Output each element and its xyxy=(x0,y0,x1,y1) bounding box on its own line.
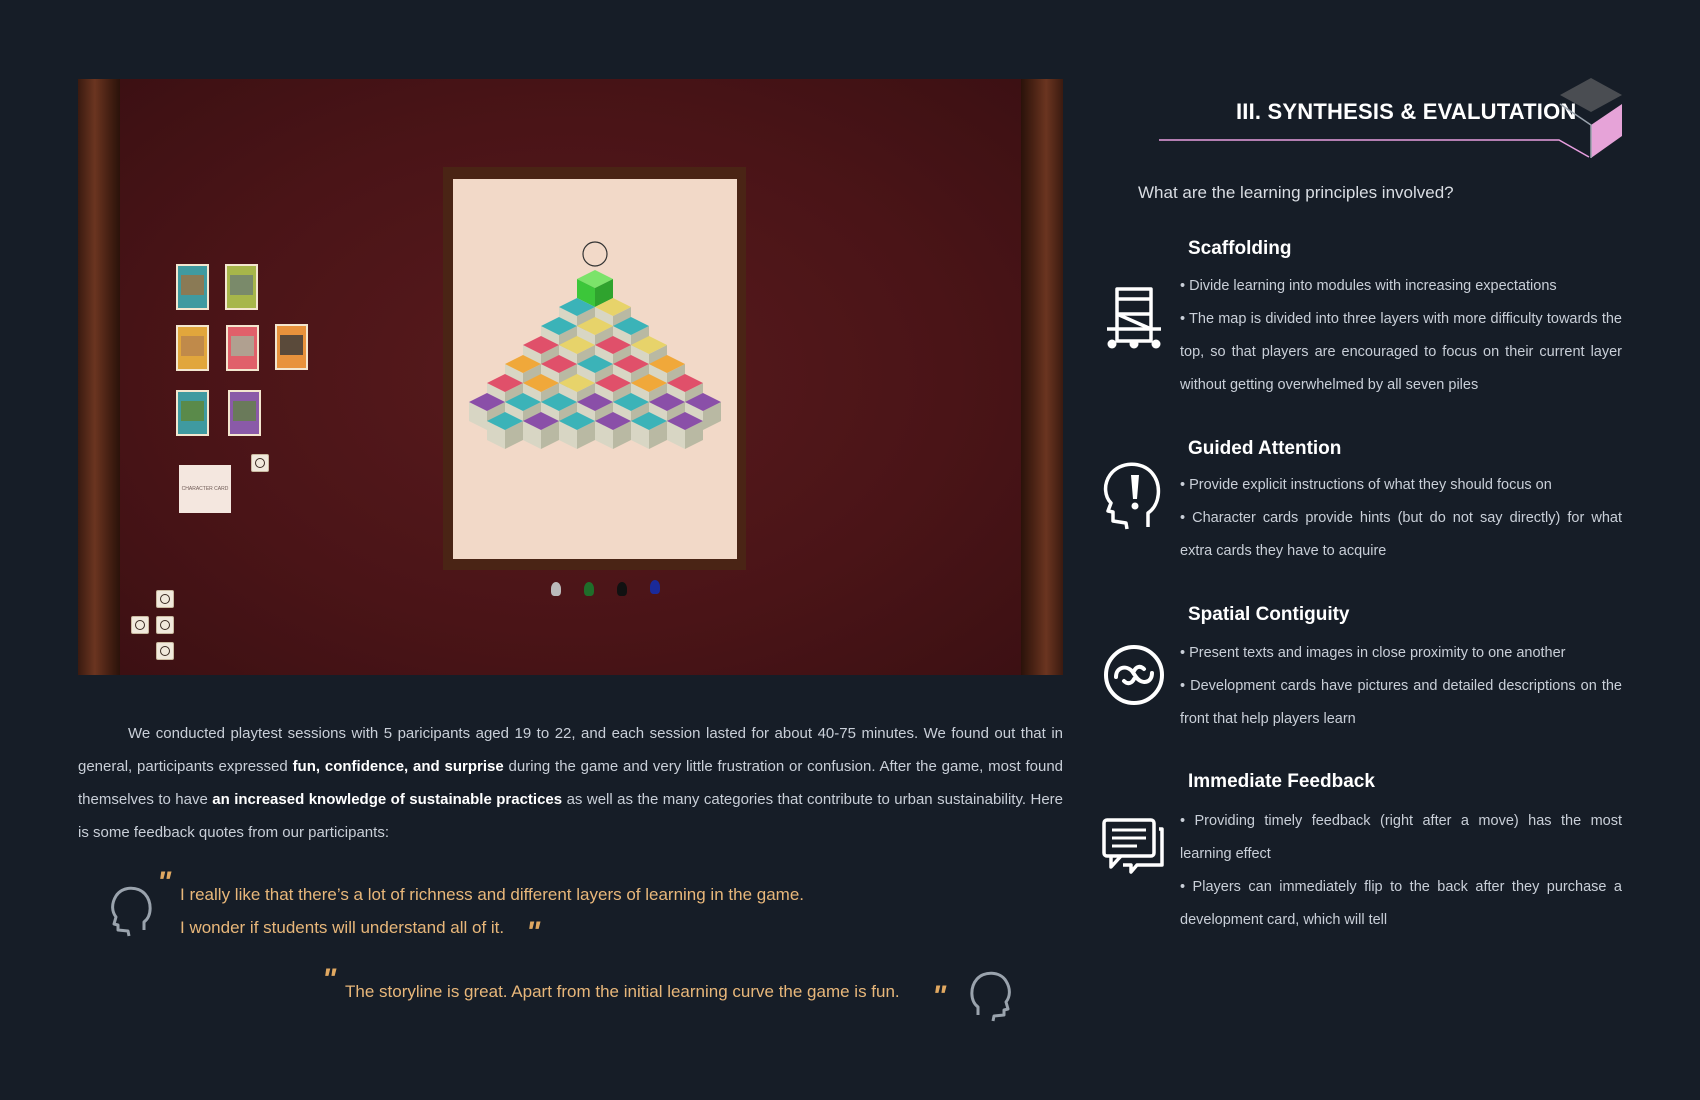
resource-token xyxy=(156,616,174,634)
learning-principles-question: What are the learning principles involve… xyxy=(1138,183,1454,202)
principle-bullet: • Divide learning into modules with incr… xyxy=(1180,278,1557,294)
principle-bullet: • Providing timely feedback (right after… xyxy=(1180,813,1622,862)
section-title: III. SYNTHESIS & EVALUTATION xyxy=(1236,99,1577,124)
resource-token xyxy=(251,454,269,472)
quote-1-line-1: I really like that there’s a lot of rich… xyxy=(180,885,804,904)
principle-bullet: • The map is divided into three layers w… xyxy=(1180,311,1622,393)
pawn-green xyxy=(584,582,594,596)
quote-close-mark: " xyxy=(526,916,541,949)
principle-body-guided-attention: • Provide explicit instructions of what … xyxy=(1180,469,1622,568)
pawn-white xyxy=(551,582,561,596)
head-exclamation-icon xyxy=(1103,462,1161,530)
head-silhouette-icon xyxy=(970,971,1011,1022)
quote-1-line-2: I wonder if students will understand all… xyxy=(180,918,505,937)
principle-bullet: • Development cards have pictures and de… xyxy=(1180,678,1622,727)
resource-token xyxy=(156,590,174,608)
scaffold-icon xyxy=(1107,287,1161,349)
development-card xyxy=(176,390,209,436)
principle-body-scaffolding: • Divide learning into modules with incr… xyxy=(1180,270,1622,402)
quote-open-mark: " xyxy=(322,963,337,996)
summary-highlight-1: fun, confidence, and surprise xyxy=(292,758,504,775)
pawn-blue xyxy=(650,580,660,594)
principle-bullet: • Character cards provide hints (but do … xyxy=(1180,510,1622,559)
resource-token xyxy=(156,642,174,660)
character-card: CHARACTER CARD xyxy=(179,465,231,513)
pyramid-map xyxy=(443,167,746,570)
principle-body-immediate-feedback: • Providing timely feedback (right after… xyxy=(1180,805,1622,937)
quote-2-line-1: The storyline is great. Apart from the i… xyxy=(345,982,900,1001)
development-card xyxy=(228,390,261,436)
principle-bullet: • Players can immediately flip to the ba… xyxy=(1180,879,1622,928)
cube-logo-icon xyxy=(1559,78,1622,158)
development-card xyxy=(176,325,209,371)
development-card xyxy=(275,324,308,370)
principle-body-spatial-contiguity: • Present texts and images in close prox… xyxy=(1180,637,1622,736)
principle-title-scaffolding: Scaffolding xyxy=(1188,238,1292,259)
quote-close-mark: " xyxy=(932,980,947,1013)
board-frame-right xyxy=(1021,79,1063,675)
principle-title-spatial-contiguity: Spatial Contiguity xyxy=(1188,604,1350,625)
resource-token xyxy=(131,616,149,634)
board-frame-left xyxy=(78,79,120,675)
chat-bubble-icon xyxy=(1102,818,1164,874)
pawn-black xyxy=(617,582,627,596)
head-silhouette-icon xyxy=(111,886,152,937)
development-card xyxy=(176,264,209,310)
principle-title-immediate-feedback: Immediate Feedback xyxy=(1188,771,1375,792)
map-paper xyxy=(453,179,737,559)
principle-bullet: • Provide explicit instructions of what … xyxy=(1180,477,1552,493)
principle-bullet: • Present texts and images in close prox… xyxy=(1180,645,1566,661)
quote-open-mark: " xyxy=(157,866,172,899)
pyramid-illustration xyxy=(469,241,721,449)
playtest-summary: We conducted playtest sessions with 5 pa… xyxy=(78,717,1063,849)
development-card xyxy=(225,264,258,310)
principle-title-guided-attention: Guided Attention xyxy=(1188,438,1342,459)
summary-highlight-2: an increased knowledge of sustainable pr… xyxy=(212,791,563,808)
link-circle-icon xyxy=(1104,645,1164,705)
development-card xyxy=(226,325,259,371)
